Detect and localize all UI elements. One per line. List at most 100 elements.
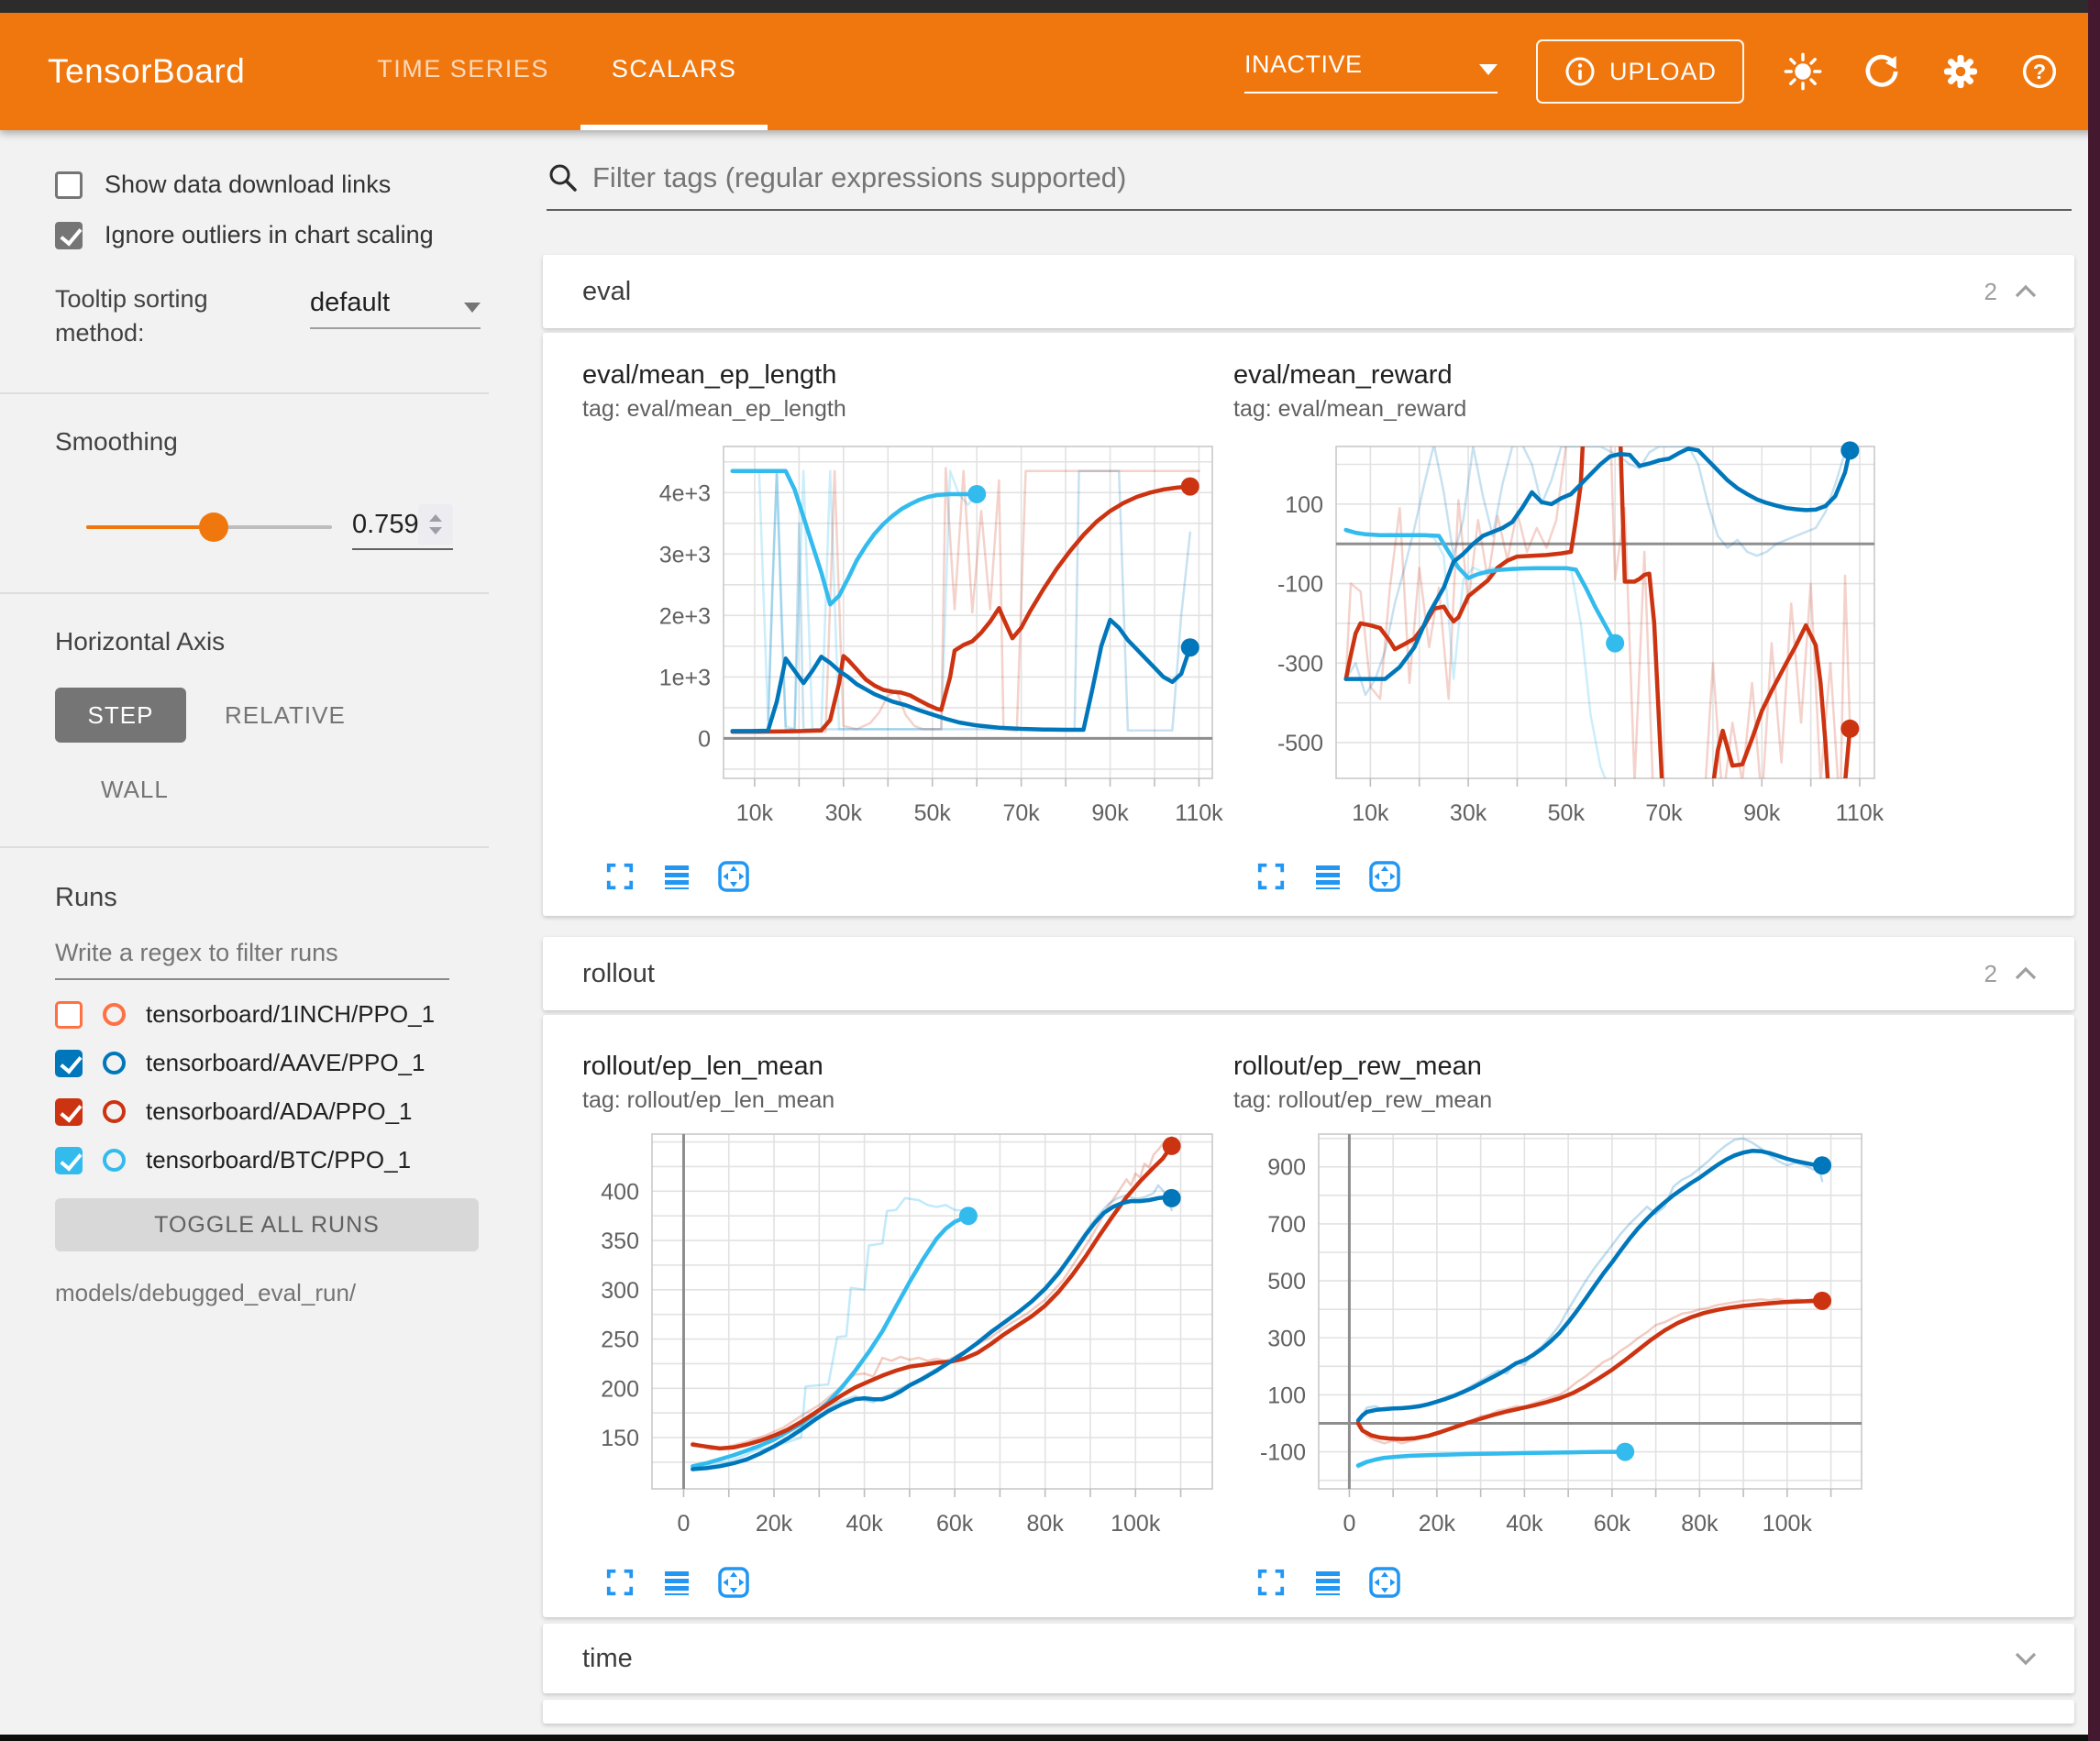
upload-button[interactable]: UPLOAD (1536, 39, 1744, 104)
run-color-circle[interactable] (103, 1100, 126, 1123)
smoothing-control (55, 504, 489, 550)
svg-text:1e+3: 1e+3 (659, 665, 711, 690)
collapse-chevron-down-icon[interactable] (2014, 1651, 2038, 1666)
svg-text:-100: -100 (1260, 1440, 1306, 1466)
refresh-icon[interactable] (1862, 51, 1902, 92)
horizontal-axis-heading: Horizontal Axis (55, 627, 489, 656)
tensorboard-app: TensorBoard TIME SERIES SCALARS INACTIVE… (0, 0, 2100, 1741)
run-row-1inch[interactable]: tensorboard/1INCH/PPO_1 (55, 1000, 489, 1029)
chart-canvas[interactable]: -100100300500700900020k40k60k80k100k (1233, 1123, 1894, 1563)
smoothing-slider-thumb[interactable] (199, 512, 228, 542)
run-color-circle[interactable] (103, 1149, 126, 1172)
section-header-rollout[interactable]: rollout 2 (543, 937, 2074, 1010)
chart-toolbar (1233, 859, 1930, 894)
svg-text:-300: -300 (1277, 651, 1323, 677)
svg-text:0: 0 (678, 1511, 691, 1537)
show-download-links-checkbox[interactable] (55, 171, 83, 199)
runs-base-path: models/debugged_eval_run/ (55, 1279, 489, 1307)
search-icon (547, 161, 580, 194)
run-checkbox-1inch[interactable] (55, 1001, 83, 1029)
stepper-up-icon[interactable] (429, 514, 442, 522)
svg-text:90k: 90k (1743, 800, 1781, 826)
collapse-chevron-up-icon[interactable] (2014, 284, 2038, 299)
svg-text:60k: 60k (936, 1511, 974, 1537)
section-header-eval[interactable]: eval 2 (543, 255, 2074, 328)
main-content: eval 2 eval/mean_ep_length tag: eval/mea… (489, 130, 2088, 1735)
run-color-circle[interactable] (103, 1003, 126, 1026)
chart-rollout-ep-rew-mean: rollout/ep_rew_mean tag: rollout/ep_rew_… (1233, 1052, 1930, 1600)
data-table-icon[interactable] (1310, 1565, 1345, 1600)
fullscreen-icon[interactable] (602, 859, 637, 894)
chart-canvas[interactable]: 01e+32e+33e+34e+310k30k50k70k90k110k (582, 435, 1243, 857)
chart-canvas[interactable]: 100-100-300-50010k30k50k70k90k110k (1233, 435, 1894, 857)
tab-time-series[interactable]: TIME SERIES (346, 13, 580, 130)
brightness-icon[interactable] (1783, 51, 1823, 92)
divider (0, 592, 489, 594)
chart-title: rollout/ep_rew_mean (1233, 1052, 1930, 1082)
axis-wall-button[interactable]: WALL (101, 776, 169, 803)
section-header-time[interactable]: time (543, 1624, 2074, 1693)
axis-relative-button[interactable]: RELATIVE (225, 701, 346, 730)
section-name: rollout (582, 959, 655, 989)
settings-gear-icon[interactable] (1940, 51, 1981, 92)
tooltip-sorting-select[interactable]: default (310, 288, 481, 329)
runs-filter-input[interactable] (55, 933, 449, 980)
fullscreen-icon[interactable] (1254, 1565, 1288, 1600)
help-icon[interactable]: ? (2019, 51, 2060, 92)
svg-text:20k: 20k (1419, 1511, 1456, 1537)
runs-heading: Runs (55, 883, 489, 913)
svg-text:40k: 40k (846, 1511, 883, 1537)
toggle-all-runs-button[interactable]: TOGGLE ALL RUNS (55, 1198, 479, 1251)
fit-domain-icon[interactable] (1367, 859, 1402, 894)
chart-canvas[interactable]: 150200250300350400020k40k60k80k100k (582, 1123, 1243, 1563)
svg-text:50k: 50k (914, 800, 952, 826)
svg-text:300: 300 (601, 1278, 639, 1304)
svg-text:100: 100 (1285, 492, 1323, 518)
svg-text:900: 900 (1267, 1155, 1306, 1181)
axis-step-button[interactable]: STEP (55, 688, 186, 743)
svg-text:110k: 110k (1175, 800, 1223, 826)
svg-text:10k: 10k (736, 800, 774, 826)
status-dropdown[interactable]: INACTIVE (1244, 50, 1498, 94)
settings-sidebar: Show data download links Ignore outliers… (0, 130, 489, 1735)
screen-right-edge (2088, 0, 2100, 1741)
data-table-icon[interactable] (1310, 859, 1345, 894)
collapse-chevron-up-icon[interactable] (2014, 966, 2038, 981)
ignore-outliers-row[interactable]: Ignore outliers in chart scaling (55, 221, 489, 249)
smoothing-slider[interactable] (86, 525, 332, 529)
ignore-outliers-checkbox[interactable] (55, 222, 83, 249)
show-download-links-row[interactable]: Show data download links (55, 171, 489, 199)
smoothing-stepper[interactable] (418, 504, 453, 545)
run-checkbox-btc[interactable] (55, 1147, 83, 1174)
data-table-icon[interactable] (659, 859, 694, 894)
run-row-ada[interactable]: tensorboard/ADA/PPO_1 (55, 1097, 489, 1126)
run-checkbox-aave[interactable] (55, 1050, 83, 1077)
svg-text:90k: 90k (1091, 800, 1129, 826)
fit-domain-icon[interactable] (716, 859, 751, 894)
run-label: tensorboard/BTC/PPO_1 (146, 1146, 411, 1174)
run-checkbox-ada[interactable] (55, 1098, 83, 1126)
svg-text:?: ? (2033, 60, 2046, 83)
fullscreen-icon[interactable] (602, 1565, 637, 1600)
svg-text:10k: 10k (1352, 800, 1389, 826)
data-table-icon[interactable] (659, 1565, 694, 1600)
run-row-btc[interactable]: tensorboard/BTC/PPO_1 (55, 1146, 489, 1174)
fullscreen-icon[interactable] (1254, 859, 1288, 894)
header-tabs: TIME SERIES SCALARS (346, 13, 768, 130)
fit-domain-icon[interactable] (716, 1565, 751, 1600)
run-row-aave[interactable]: tensorboard/AAVE/PPO_1 (55, 1049, 489, 1077)
smoothing-value-input[interactable] (352, 510, 418, 540)
svg-text:50k: 50k (1548, 800, 1586, 826)
tooltip-sorting-row: Tooltip sorting method: default (55, 282, 489, 350)
run-color-circle[interactable] (103, 1052, 126, 1074)
svg-text:110k: 110k (1836, 800, 1884, 826)
tab-scalars[interactable]: SCALARS (580, 13, 768, 130)
svg-text:2e+3: 2e+3 (659, 603, 711, 629)
fit-domain-icon[interactable] (1367, 1565, 1402, 1600)
run-label: tensorboard/ADA/PPO_1 (146, 1097, 413, 1126)
stepper-down-icon[interactable] (429, 527, 442, 534)
svg-text:40k: 40k (1506, 1511, 1543, 1537)
tag-filter-input[interactable] (592, 158, 2072, 198)
eval-charts-card: eval/mean_ep_length tag: eval/mean_ep_le… (543, 333, 2074, 916)
window-top-strip (0, 0, 2100, 13)
